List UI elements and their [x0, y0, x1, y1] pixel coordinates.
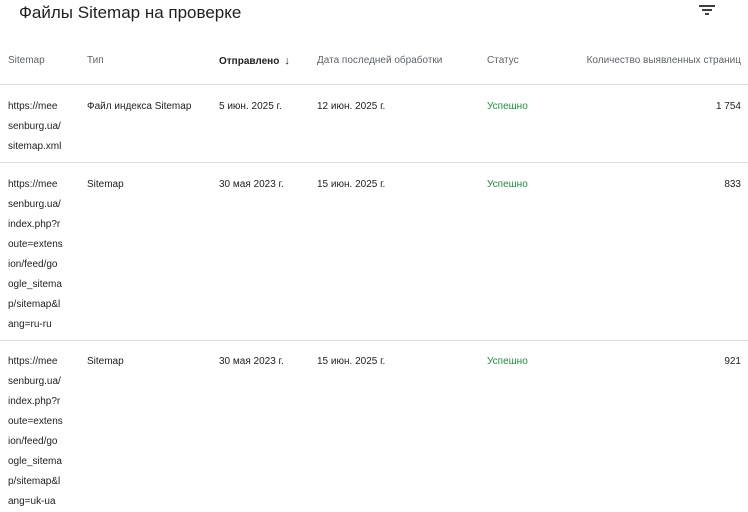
status-cell: Успешно — [487, 179, 528, 190]
last-processed-cell: 15 июн. 2025 г. — [317, 179, 386, 190]
sitemap-url-line: ang=ru-ru — [8, 319, 52, 330]
sitemap-url-line: p/sitemap&l — [8, 299, 61, 310]
sitemap-url-line: ogle_sitema — [8, 279, 62, 290]
status-cell: Успешно — [487, 356, 528, 367]
sitemap-url-line: senburg.ua/ — [8, 199, 61, 210]
sitemap-url-cell[interactable]: https://mee senburg.ua/ index.php?r oute… — [8, 175, 74, 335]
sitemap-url-line: ion/feed/go — [8, 259, 58, 270]
sitemap-url-line: index.php?r — [8, 219, 61, 230]
sitemap-url-line: https://mee — [8, 356, 58, 367]
table-row[interactable]: https://mee senburg.ua/ index.php?r oute… — [0, 163, 748, 341]
sitemap-url-line: senburg.ua/ — [8, 121, 61, 132]
sitemap-url-line: ogle_sitema — [8, 456, 62, 467]
sitemap-url-line: https://mee — [8, 179, 58, 190]
submitted-cell: 30 мая 2023 г. — [219, 356, 284, 367]
pages-count-cell: 1 754 — [715, 101, 741, 112]
sitemap-url-line: https://mee — [8, 101, 58, 112]
pages-count-cell: 833 — [724, 179, 741, 190]
column-header-pages[interactable]: Количество выявленных страниц — [587, 55, 741, 66]
submitted-cell: 30 мая 2023 г. — [219, 179, 284, 190]
type-cell: Sitemap — [87, 356, 124, 367]
submitted-cell: 5 июн. 2025 г. — [219, 101, 282, 112]
sitemap-url-line: sitemap.xml — [8, 141, 62, 152]
column-header-sitemap[interactable]: Sitemap — [8, 55, 45, 66]
last-processed-cell: 12 июн. 2025 г. — [317, 101, 386, 112]
column-header-last-processed[interactable]: Дата последней обработки — [317, 55, 442, 66]
column-header-submitted[interactable]: Отправлено ↓ — [219, 55, 290, 67]
type-cell: Файл индекса Sitemap — [87, 101, 192, 112]
arrow-down-icon: ↓ — [284, 55, 290, 67]
sitemap-url-line: ion/feed/go — [8, 436, 58, 447]
page-title: Файлы Sitemap на проверке — [19, 3, 242, 22]
column-header-status[interactable]: Статус — [487, 55, 519, 66]
sitemap-url-line: index.php?r — [8, 396, 61, 407]
column-header-submitted-label: Отправлено — [219, 56, 280, 67]
sitemap-url-line: senburg.ua/ — [8, 376, 61, 387]
table-row[interactable]: https://mee senburg.ua/ sitemap.xml Файл… — [0, 85, 748, 163]
table-row[interactable]: https://mee senburg.ua/ index.php?r oute… — [0, 340, 748, 512]
last-processed-cell: 15 июн. 2025 г. — [317, 356, 386, 367]
sitemap-url-cell[interactable]: https://mee senburg.ua/ index.php?r oute… — [8, 352, 74, 512]
type-cell: Sitemap — [87, 179, 124, 190]
sitemap-url-cell[interactable]: https://mee senburg.ua/ sitemap.xml — [8, 97, 74, 157]
status-cell: Успешно — [487, 101, 528, 112]
sitemap-url-line: oute=extens — [8, 416, 63, 427]
table-header: Sitemap Тип Отправлено ↓ Дата последней о… — [0, 40, 748, 85]
sitemap-url-line: oute=extens — [8, 239, 63, 250]
card-header: Файлы Sitemap на проверке — [0, 0, 748, 28]
filter-icon[interactable] — [699, 2, 719, 18]
pages-count-cell: 921 — [724, 356, 741, 367]
sitemaps-page: Файлы Sitemap на проверке Sitemap Тип От… — [0, 0, 748, 512]
sitemap-url-line: ang=uk-ua — [8, 496, 56, 507]
column-header-type[interactable]: Тип — [87, 55, 104, 66]
sitemap-url-line: p/sitemap&l — [8, 476, 61, 487]
